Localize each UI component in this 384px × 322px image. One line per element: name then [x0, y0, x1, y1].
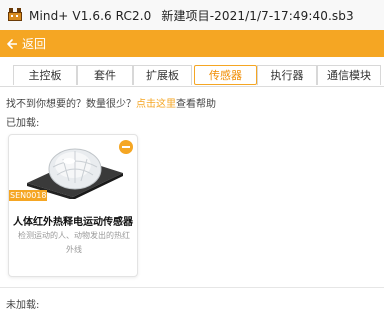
category-tabs: 主控板 套件 扩展板 传感器 执行器 通信模块 — [0, 63, 384, 87]
help-prefix: 找不到你想要的？数量很少？ — [6, 99, 136, 110]
mind-plus-app-icon — [7, 8, 23, 22]
sku-badge: SEN0018 — [9, 190, 48, 201]
tab-kits[interactable]: 套件 — [77, 65, 133, 85]
tab-communication[interactable]: 通信模块 — [317, 65, 381, 85]
help-text: 找不到你想要的？数量很少？点击这里查看帮助 — [6, 95, 216, 110]
remove-icon[interactable] — [119, 140, 133, 154]
project-name: 新建项目-2021/1/7-17:49:40.sb3 — [161, 8, 354, 23]
card-title: 人体红外热释电运动传感器 — [13, 217, 133, 228]
tab-main-board[interactable]: 主控板 — [13, 65, 77, 85]
section-divider — [0, 287, 384, 288]
help-link[interactable]: 点击这里 — [136, 99, 176, 110]
title-bar: Mind+ V1.6.6 RC2.0 新建项目-2021/1/7-17:49:40… — [0, 0, 384, 30]
card-description: 检测运动的人、动物发出的热红外线 — [18, 231, 130, 254]
back-arrow-icon — [7, 38, 17, 49]
back-label: 返回 — [22, 37, 47, 51]
loaded-section-label: 已加载: — [6, 118, 40, 129]
not-loaded-section-label: 未加载: — [6, 300, 40, 311]
window-title: Mind+ V1.6.6 RC2.0 新建项目-2021/1/7-17:49:40… — [29, 7, 354, 24]
back-bar[interactable]: 返回 — [0, 30, 384, 57]
tab-sensors[interactable]: 传感器 — [194, 65, 257, 85]
tab-actuators[interactable]: 执行器 — [257, 65, 317, 85]
tab-expansion-board[interactable]: 扩展板 — [133, 65, 192, 85]
help-suffix: 查看帮助 — [176, 99, 216, 110]
sensor-card[interactable]: SEN0018 人体红外热释电运动传感器 检测运动的人、动物发出的热红外线 — [8, 134, 138, 277]
app-version: Mind+ V1.6.6 RC2.0 — [29, 8, 152, 23]
